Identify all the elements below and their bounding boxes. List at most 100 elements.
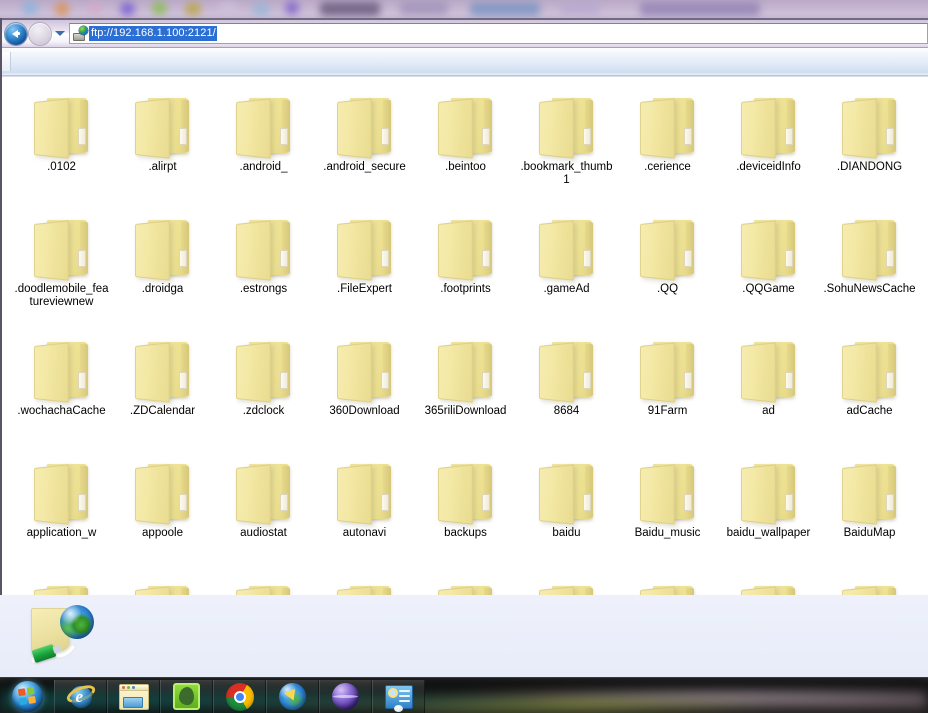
folder-icon [839,462,901,522]
chrome-icon [226,683,254,711]
folder-item[interactable] [516,571,617,595]
folder-label: .QQ [619,283,716,296]
folder-item[interactable]: 8684 [516,327,617,449]
folder-item[interactable] [718,571,819,595]
folder-label: .zdclock [215,405,312,418]
folder-label: .cerience [619,161,716,174]
folder-item[interactable] [819,571,920,595]
folder-item[interactable]: .FileExpert [314,205,415,327]
folder-item[interactable] [11,571,112,595]
folder-label: .doodlemobile_featureviewnew [13,283,110,309]
folder-item[interactable]: autonavi [314,449,415,571]
address-text: ftp://192.168.1.100:2121/ [89,26,217,41]
taskbar-item-internet-explorer[interactable]: e [54,680,107,713]
folder-item[interactable]: .droidga [112,205,213,327]
folder-item[interactable]: .android_secure [314,83,415,205]
folder-icon [637,584,699,595]
taskbar-item-evernote[interactable] [160,680,213,713]
folder-icon [132,340,194,400]
folder-label: adCache [821,405,918,418]
taskbar-item-system-tool[interactable] [372,680,425,713]
folder-icon [132,584,194,595]
folder-item[interactable]: baidu_wallpaper [718,449,819,571]
recent-pages-dropdown[interactable] [54,23,66,45]
folder-item[interactable] [415,571,516,595]
address-input[interactable]: ftp://192.168.1.100:2121/ [69,23,928,44]
folder-label: appoole [114,527,211,540]
folder-icon [132,218,194,278]
taskbar-items: e [0,678,425,713]
folder-item[interactable]: 360Download [314,327,415,449]
folder-label: Baidu_music [619,527,716,540]
folder-item[interactable]: .wochachaCache [11,327,112,449]
folder-item[interactable]: 365riliDownload [415,327,516,449]
folder-item[interactable]: application_w [11,449,112,571]
folder-label: .QQGame [720,283,817,296]
folder-item[interactable]: BaiduMap [819,449,920,571]
folder-item[interactable] [112,571,213,595]
folder-icon [536,96,598,156]
taskbar-item-google-chrome[interactable] [213,680,266,713]
folder-item[interactable]: Baidu_music [617,449,718,571]
folder-icon [435,96,497,156]
folder-item[interactable]: .deviceidInfo [718,83,819,205]
folder-label: .android_secure [316,161,413,174]
taskbar-item-network-browser[interactable] [266,680,319,713]
folder-item[interactable]: .SohuNewsCache [819,205,920,327]
folder-item[interactable]: .doodlemobile_featureviewnew [11,205,112,327]
taskbar[interactable]: e [0,677,928,713]
folder-item[interactable]: .alirpt [112,83,213,205]
folder-item[interactable]: .estrongs [213,205,314,327]
folder-icon [536,584,598,595]
folder-label: .bookmark_thumb1 [518,161,615,187]
folder-label: ad [720,405,817,418]
windows-flag-icon [17,686,36,705]
folder-item[interactable]: .beintoo [415,83,516,205]
folder-item[interactable]: 91Farm [617,327,718,449]
file-list-pane[interactable]: .0102.alirpt.android_.android_secure.bei… [2,76,928,595]
folder-item[interactable]: .android_ [213,83,314,205]
folder-item[interactable]: .QQ [617,205,718,327]
folder-icon [637,96,699,156]
start-button[interactable] [0,678,54,713]
folder-item[interactable]: .bookmark_thumb1 [516,83,617,205]
folder-item[interactable]: .ZDCalendar [112,327,213,449]
ftp-network-folder-shortcut-icon[interactable] [27,605,99,667]
folder-icon [839,584,901,595]
folder-item[interactable]: ad [718,327,819,449]
folder-item[interactable]: .zdclock [213,327,314,449]
folder-item[interactable] [617,571,718,595]
taskbar-item-windows-explorer[interactable] [107,680,160,713]
folder-item[interactable]: backups [415,449,516,571]
folder-label: .deviceidInfo [720,161,817,174]
back-button[interactable] [5,23,27,45]
folder-icon [738,218,800,278]
folder-item[interactable]: baidu [516,449,617,571]
folder-label: .wochachaCache [13,405,110,418]
folder-item[interactable]: .cerience [617,83,718,205]
folder-icon [637,340,699,400]
folder-item[interactable]: .0102 [11,83,112,205]
forward-button[interactable] [29,23,51,45]
folder-item[interactable]: audiostat [213,449,314,571]
folder-icon [132,96,194,156]
folder-label: application_w [13,527,110,540]
folder-label: baidu [518,527,615,540]
folder-item[interactable]: .gameAd [516,205,617,327]
folder-item[interactable] [213,571,314,595]
folder-icon [435,584,497,595]
folder-item[interactable]: .QQGame [718,205,819,327]
taskbar-item-purple-app[interactable] [319,680,372,713]
folder-label: .0102 [13,161,110,174]
folder-label: .FileExpert [316,283,413,296]
folder-label: 360Download [316,405,413,418]
folder-icon [536,462,598,522]
folder-item[interactable]: .footprints [415,205,516,327]
folder-item[interactable] [314,571,415,595]
folder-label: audiostat [215,527,312,540]
folder-item[interactable]: appoole [112,449,213,571]
folder-item[interactable]: adCache [819,327,920,449]
folder-icon [334,96,396,156]
folder-icon [334,218,396,278]
folder-item[interactable]: .DIANDONG [819,83,920,205]
